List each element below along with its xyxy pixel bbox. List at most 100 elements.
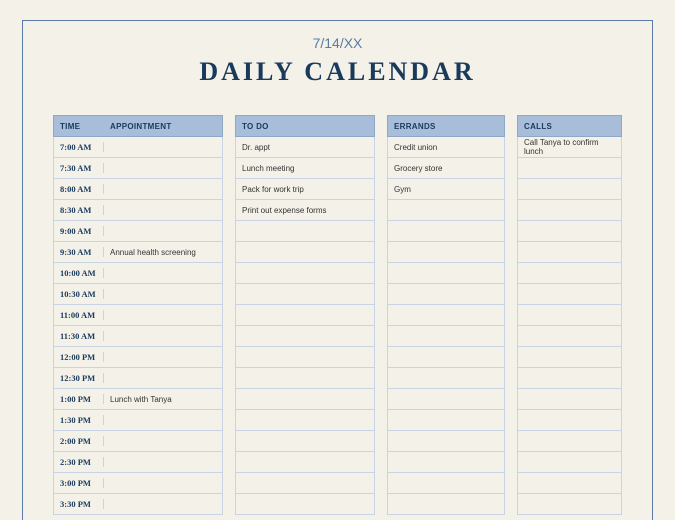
todo-cell: Lunch meeting [236,164,374,173]
errands-row [387,494,505,515]
time-cell: 9:30 AM [54,247,104,257]
header-calls: CALLS [517,115,622,137]
errands-row [387,473,505,494]
todo-cell: Dr. appt [236,143,374,152]
errands-row [387,389,505,410]
calls-row [517,431,622,452]
errands-row [387,305,505,326]
appointment-row: 2:30 PM [53,452,223,473]
todo-row [235,305,375,326]
errands-cell: Gym [388,185,504,194]
appointment-row: 10:00 AM [53,263,223,284]
todo-row [235,242,375,263]
calls-row [517,200,622,221]
appointment-row: 12:00 PM [53,347,223,368]
calendar-date: 7/14/XX [53,35,622,51]
time-cell: 7:30 AM [54,163,104,173]
calls-row: Call Tanya to confirm lunch [517,137,622,158]
calls-row [517,494,622,515]
column-todo: TO DO Dr. appt Lunch meeting Pack for work… [235,115,375,515]
todo-row [235,389,375,410]
appointment-row: 1:30 PM [53,410,223,431]
calendar-frame: 7/14/XX DAILY CALENDAR TIME APPOINTMENT … [22,20,653,520]
calls-row [517,179,622,200]
time-cell: 11:00 AM [54,310,104,320]
header-errands: ERRANDS [387,115,505,137]
errands-row: Gym [387,179,505,200]
appointment-cell: Annual health screening [104,248,222,257]
errands-row [387,221,505,242]
appointment-row: 11:30 AM [53,326,223,347]
appointment-row: 8:00 AM [53,179,223,200]
columns-container: TIME APPOINTMENT 7:00 AM 7:30 AM 8:00 AM 8:… [53,115,622,515]
time-cell: 7:00 AM [54,142,104,152]
errands-row [387,368,505,389]
appointment-row: 11:00 AM [53,305,223,326]
time-cell: 12:30 PM [54,373,104,383]
todo-cell: Pack for work trip [236,185,374,194]
appointment-row: 9:30 AMAnnual health screening [53,242,223,263]
errands-row: Credit union [387,137,505,158]
errands-row [387,284,505,305]
header-time-label: TIME [54,122,104,131]
calendar-title: DAILY CALENDAR [53,57,622,87]
appointment-row: 8:30 AM [53,200,223,221]
todo-row [235,263,375,284]
todo-row [235,494,375,515]
todo-row: Lunch meeting [235,158,375,179]
appointment-row: 7:00 AM [53,137,223,158]
time-cell: 1:30 PM [54,415,104,425]
header-appointment: TIME APPOINTMENT [53,115,223,137]
appointment-row: 9:00 AM [53,221,223,242]
todo-row [235,284,375,305]
time-cell: 10:30 AM [54,289,104,299]
calls-row [517,410,622,431]
time-cell: 8:30 AM [54,205,104,215]
calls-cell: Call Tanya to confirm lunch [518,138,621,156]
time-cell: 8:00 AM [54,184,104,194]
appointment-row: 7:30 AM [53,158,223,179]
time-cell: 11:30 AM [54,331,104,341]
todo-row [235,410,375,431]
todo-row [235,452,375,473]
errands-row [387,431,505,452]
header-todo: TO DO [235,115,375,137]
errands-row [387,452,505,473]
header-calls-label: CALLS [518,122,621,131]
calls-row [517,389,622,410]
column-calls: CALLS Call Tanya to confirm lunch [517,115,622,515]
errands-row [387,347,505,368]
errands-row [387,242,505,263]
calls-row [517,221,622,242]
errands-row [387,326,505,347]
todo-row: Print out expense forms [235,200,375,221]
time-cell: 2:30 PM [54,457,104,467]
header-todo-label: TO DO [236,122,374,131]
calls-row [517,158,622,179]
errands-row: Grocery store [387,158,505,179]
todo-row [235,368,375,389]
column-appointment: TIME APPOINTMENT 7:00 AM 7:30 AM 8:00 AM 8:… [53,115,223,515]
time-cell: 1:00 PM [54,394,104,404]
column-errands: ERRANDS Credit unionGrocery store Gym [387,115,505,515]
todo-row [235,473,375,494]
header-appointment-label: APPOINTMENT [104,122,222,131]
todo-row [235,431,375,452]
time-cell: 10:00 AM [54,268,104,278]
appointment-row: 1:00 PMLunch with Tanya [53,389,223,410]
todo-row: Pack for work trip [235,179,375,200]
calls-row [517,326,622,347]
todo-row [235,326,375,347]
time-cell: 3:30 PM [54,499,104,509]
todo-row [235,347,375,368]
calls-row [517,284,622,305]
todo-row [235,221,375,242]
calls-row [517,305,622,326]
errands-row [387,200,505,221]
appointment-cell: Lunch with Tanya [104,395,222,404]
errands-row [387,410,505,431]
header-errands-label: ERRANDS [388,122,504,131]
calls-row [517,368,622,389]
appointment-row: 12:30 PM [53,368,223,389]
calls-row [517,347,622,368]
